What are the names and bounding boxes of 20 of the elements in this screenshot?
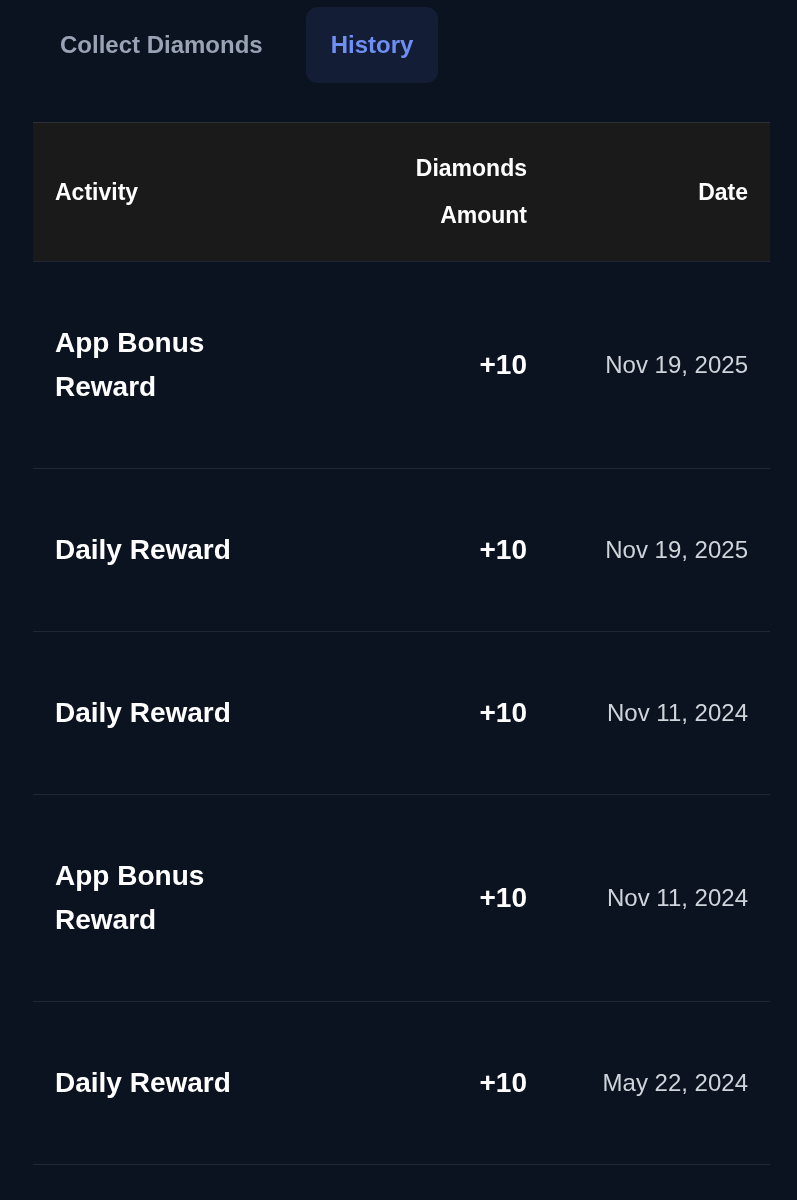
table-cell-text: App Bonus Reward [55,326,206,404]
table-cell-text: +10 [478,348,527,382]
column-header: Activity [55,177,140,207]
table-cell-text: Daily Reward [55,533,232,567]
table-cell-text: Nov 19, 2025 [604,350,748,380]
table-cell-text: May 22, 2024 [601,1068,748,1098]
table-cell-text: Daily Reward [55,696,232,730]
table-cell-text: +10 [478,881,527,915]
table-cell-text: +10 [478,696,527,730]
table-cell-text: +10 [478,533,527,567]
table-cell-text: App Bonus Reward [55,859,206,937]
column-header: Diamonds Amount [414,154,527,230]
tab[interactable]: History [305,7,439,83]
table-cell-text: Daily Reward [55,1066,232,1100]
table-cell-text: Nov 11, 2024 [606,698,748,728]
tab[interactable]: Collect Diamonds [35,7,288,83]
column-header: Date [697,177,748,207]
table-cell-text: +10 [478,1066,527,1100]
table-cell-text: Nov 11, 2024 [606,883,748,913]
table-cell-text: Nov 19, 2025 [604,535,748,565]
